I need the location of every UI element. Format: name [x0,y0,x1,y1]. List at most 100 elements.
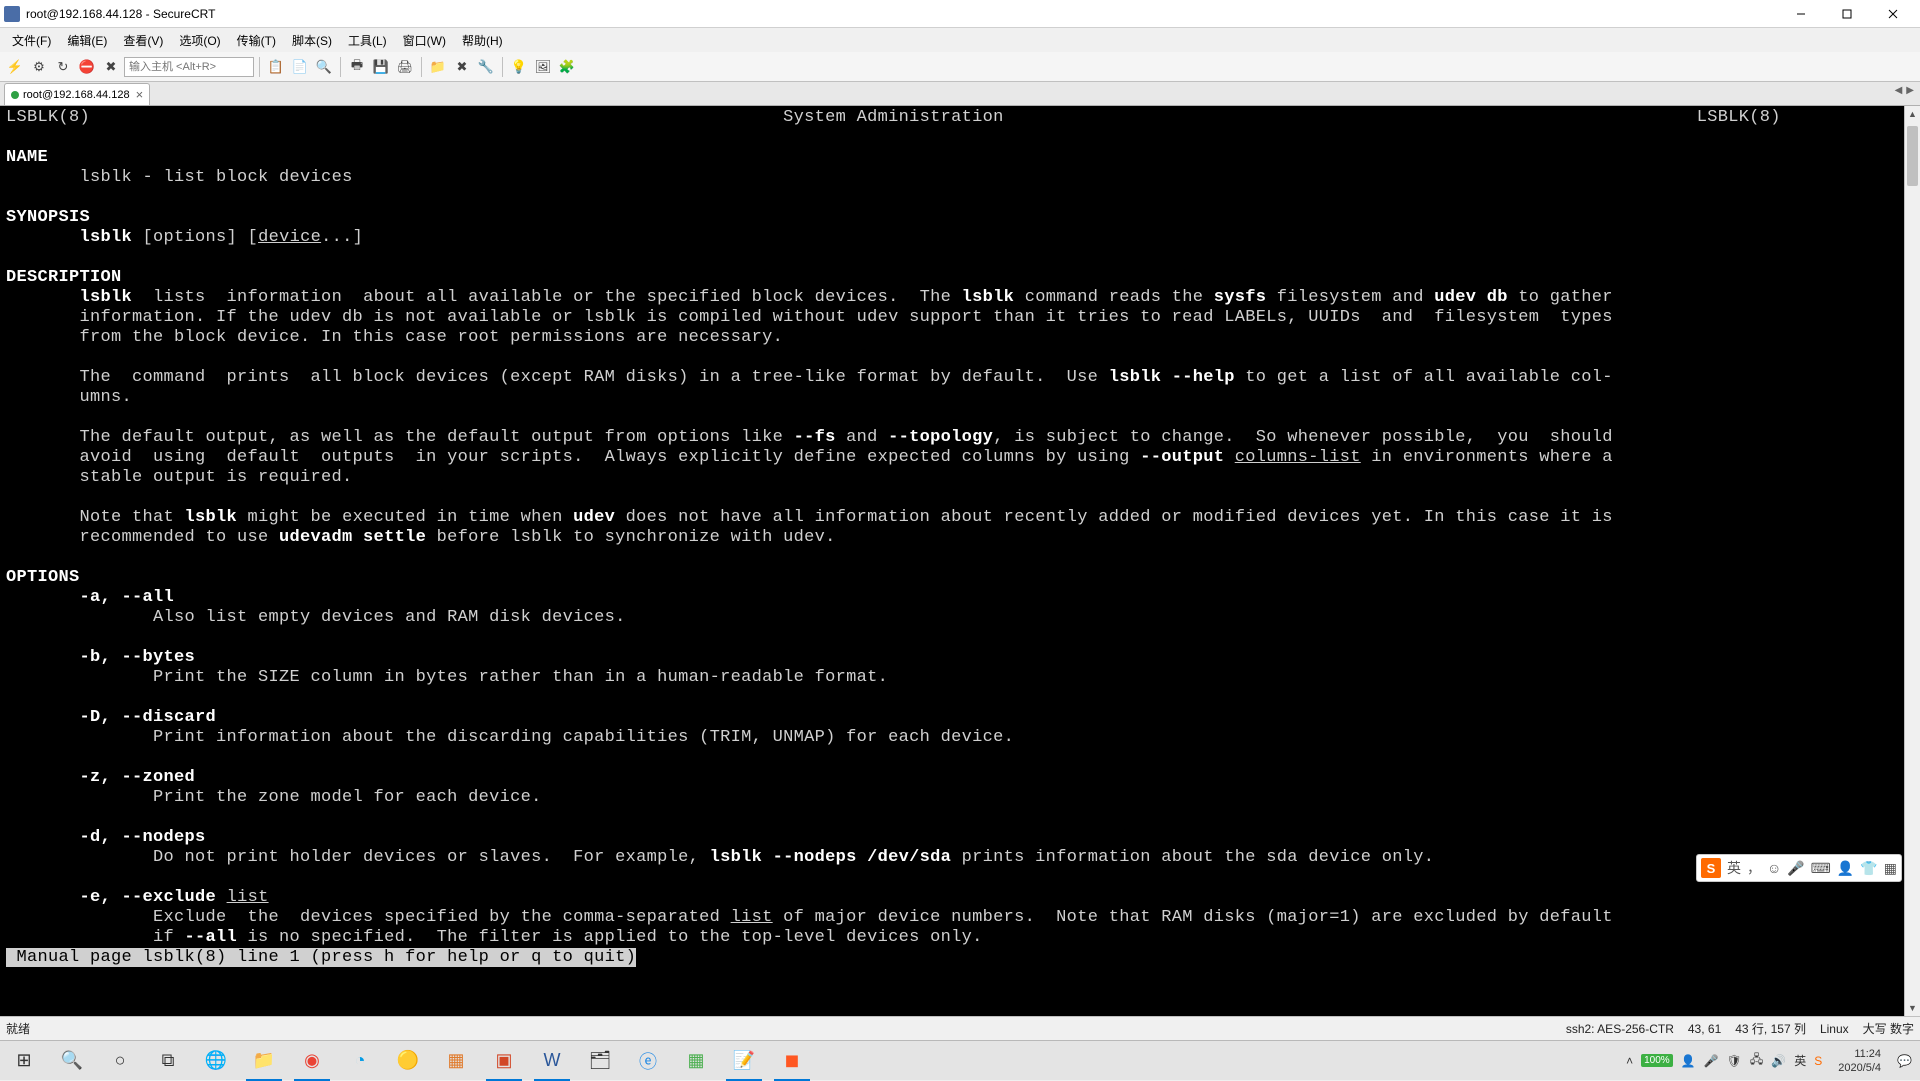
statusbar: 就绪 ssh2: AES-256-CTR 43, 61 43 行, 157 列 … [0,1016,1920,1040]
app-icon-green[interactable]: ▦ [672,1041,720,1081]
tray-ime-lang-icon[interactable]: 英 [1794,1052,1806,1069]
tray-sogou-icon[interactable]: S [1814,1054,1822,1068]
desc1a: lsblk [80,288,133,307]
taskview-icon[interactable]: ⧉ [144,1041,192,1081]
opt-D-desc: Print information about the discarding c… [6,728,1014,747]
menu-view[interactable]: 查看(V) [115,29,171,52]
opt-e-a: -e, --exclude [80,888,217,907]
tray-people-icon[interactable]: 👤 [1681,1054,1696,1068]
desc1f: filesystem and [1266,288,1434,307]
tray-network-icon[interactable]: 🖧 [1750,1050,1763,1071]
terminal[interactable]: LSBLK(8) System Administration LSBLK(8) … [0,106,1904,1016]
print-icon[interactable]: 🖶 [346,56,368,78]
status-encoding: Linux [1820,1022,1849,1036]
menu-window[interactable]: 窗口(W) [395,29,454,52]
chrome-icon[interactable]: ◉ [288,1041,336,1081]
taskbar: ⊞ 🔍 ○ ⧉ 🌐 📁 ◉ ◔ 🟡 ▦ ▣ W 🗂 ⓔ ▦ 📝 ◼ ˄ 100%… [0,1040,1920,1080]
close-button[interactable] [1870,0,1916,28]
folder-icon[interactable]: 📁 [427,56,449,78]
connect-icon[interactable]: ⚡ [4,56,26,78]
session-tab[interactable]: root@192.168.44.128 × [4,83,150,105]
find-icon[interactable]: 🔍 [313,56,335,78]
tray-mic-icon[interactable]: 🎤 [1704,1054,1719,1068]
notifications-icon[interactable]: 💬 [1897,1054,1912,1068]
desc4a: Note that [6,508,185,527]
app-icon-blue[interactable]: ◔ [336,1041,384,1081]
ime-keyboard-icon[interactable]: ⌨ [1811,860,1831,877]
disconnect-icon[interactable]: ⛔ [76,56,98,78]
key-icon[interactable]: 🔧 [475,56,497,78]
battery-indicator[interactable]: 100% [1641,1054,1673,1067]
ime-voice-icon[interactable]: 🎤 [1787,860,1804,877]
paste-icon[interactable]: 📄 [289,56,311,78]
desc3l3: stable output is required. [6,468,353,487]
tray-clock[interactable]: 11:24 2020/5/4 [1830,1047,1889,1075]
minimize-button[interactable] [1778,0,1824,28]
copy-icon[interactable]: 📋 [265,56,287,78]
notepad-icon[interactable]: 📝 [720,1041,768,1081]
syn-cmd: lsblk [80,228,133,247]
reconnect-icon[interactable]: ↻ [52,56,74,78]
word-icon[interactable]: W [528,1041,576,1081]
ie-icon[interactable]: ⓔ [624,1041,672,1081]
scroll-down-icon[interactable]: ▼ [1905,1000,1920,1016]
menu-file[interactable]: 文件(F) [4,29,59,52]
toolbar: ⚡ ⚙ ↻ ⛔ ✖ 📋 📄 🔍 🖶 💾 🖨 📁 ✖ 🔧 💡 🖼 🧩 [0,52,1920,82]
desc1l3: from the block device. In this case root… [6,328,783,347]
search-icon[interactable]: 🔍 [48,1041,96,1081]
tray-volume-icon[interactable]: 🔊 [1771,1054,1786,1068]
host-input[interactable] [124,57,254,77]
scroll-thumb[interactable] [1907,126,1918,186]
menu-help[interactable]: 帮助(H) [454,29,511,52]
ime-skin-icon[interactable]: 👕 [1860,860,1877,877]
desc3l2a: avoid using default outputs in your scri… [6,448,1140,467]
exit-icon[interactable]: 🧩 [556,56,578,78]
tab-close-icon[interactable]: × [136,87,144,102]
desc4l2c: before lsblk to synchronize with udev. [426,528,836,547]
about-icon[interactable]: 🖼 [532,56,554,78]
tray-time: 11:24 [1838,1047,1881,1061]
menu-transfer[interactable]: 传输(T) [229,29,284,52]
menu-script[interactable]: 脚本(S) [284,29,340,52]
terminal-scrollbar[interactable]: ▲ ▼ [1904,106,1920,1016]
maximize-button[interactable] [1824,0,1870,28]
ime-toolbox-icon[interactable]: ▦ [1884,860,1897,877]
explorer-icon[interactable]: 📁 [240,1041,288,1081]
tray-chevron-icon[interactable]: ˄ [1626,1054,1633,1068]
tray-date: 2020/5/4 [1838,1061,1881,1075]
menu-tools[interactable]: 工具(L) [340,29,395,52]
cortana-icon[interactable]: ○ [96,1041,144,1081]
chrome2-icon[interactable]: 🟡 [384,1041,432,1081]
man-header-right: LSBLK(8) [1697,108,1781,127]
ime-lang[interactable]: 英 [1727,858,1741,878]
section-synopsis: SYNOPSIS [6,208,90,227]
tray-security-icon[interactable]: 🛡 [1727,1054,1742,1068]
desc2l2: umns. [6,388,132,407]
help-icon[interactable]: 💡 [508,56,530,78]
settings-icon[interactable]: ✖ [451,56,473,78]
ime-user-icon[interactable]: 👤 [1837,860,1854,877]
ime-punct-icon[interactable]: ， [1747,858,1761,878]
edge-icon[interactable]: 🌐 [192,1041,240,1081]
man-header-left: LSBLK(8) [6,108,90,127]
desc4b: lsblk [185,508,238,527]
vs-icon[interactable]: ▦ [432,1041,480,1081]
sogou-icon[interactable]: S [1701,858,1721,878]
recorder-icon[interactable]: ◼ [768,1041,816,1081]
section-description: DESCRIPTION [6,268,122,287]
app-icon-generic[interactable]: 🗂 [576,1041,624,1081]
new-session-icon[interactable]: ✖ [100,56,122,78]
vmware-icon[interactable]: ▣ [480,1041,528,1081]
menu-options[interactable]: 选项(O) [171,29,228,52]
scroll-up-icon[interactable]: ▲ [1905,106,1920,122]
menu-edit[interactable]: 编辑(E) [59,29,115,52]
save-icon[interactable]: 💾 [370,56,392,78]
desc3l2d: columns-list [1235,448,1361,467]
tab-nav-arrows[interactable]: ◀▶ [1893,85,1916,96]
ime-toolbar[interactable]: S 英 ， ☺ 🎤 ⌨ 👤 👕 ▦ [1696,854,1902,882]
quick-connect-icon[interactable]: ⚙ [28,56,50,78]
start-button[interactable]: ⊞ [0,1041,48,1081]
ime-emoji-icon[interactable]: ☺ [1767,860,1781,876]
opt-e-l2b: --all [185,928,238,947]
properties-icon[interactable]: 🖨 [394,56,416,78]
